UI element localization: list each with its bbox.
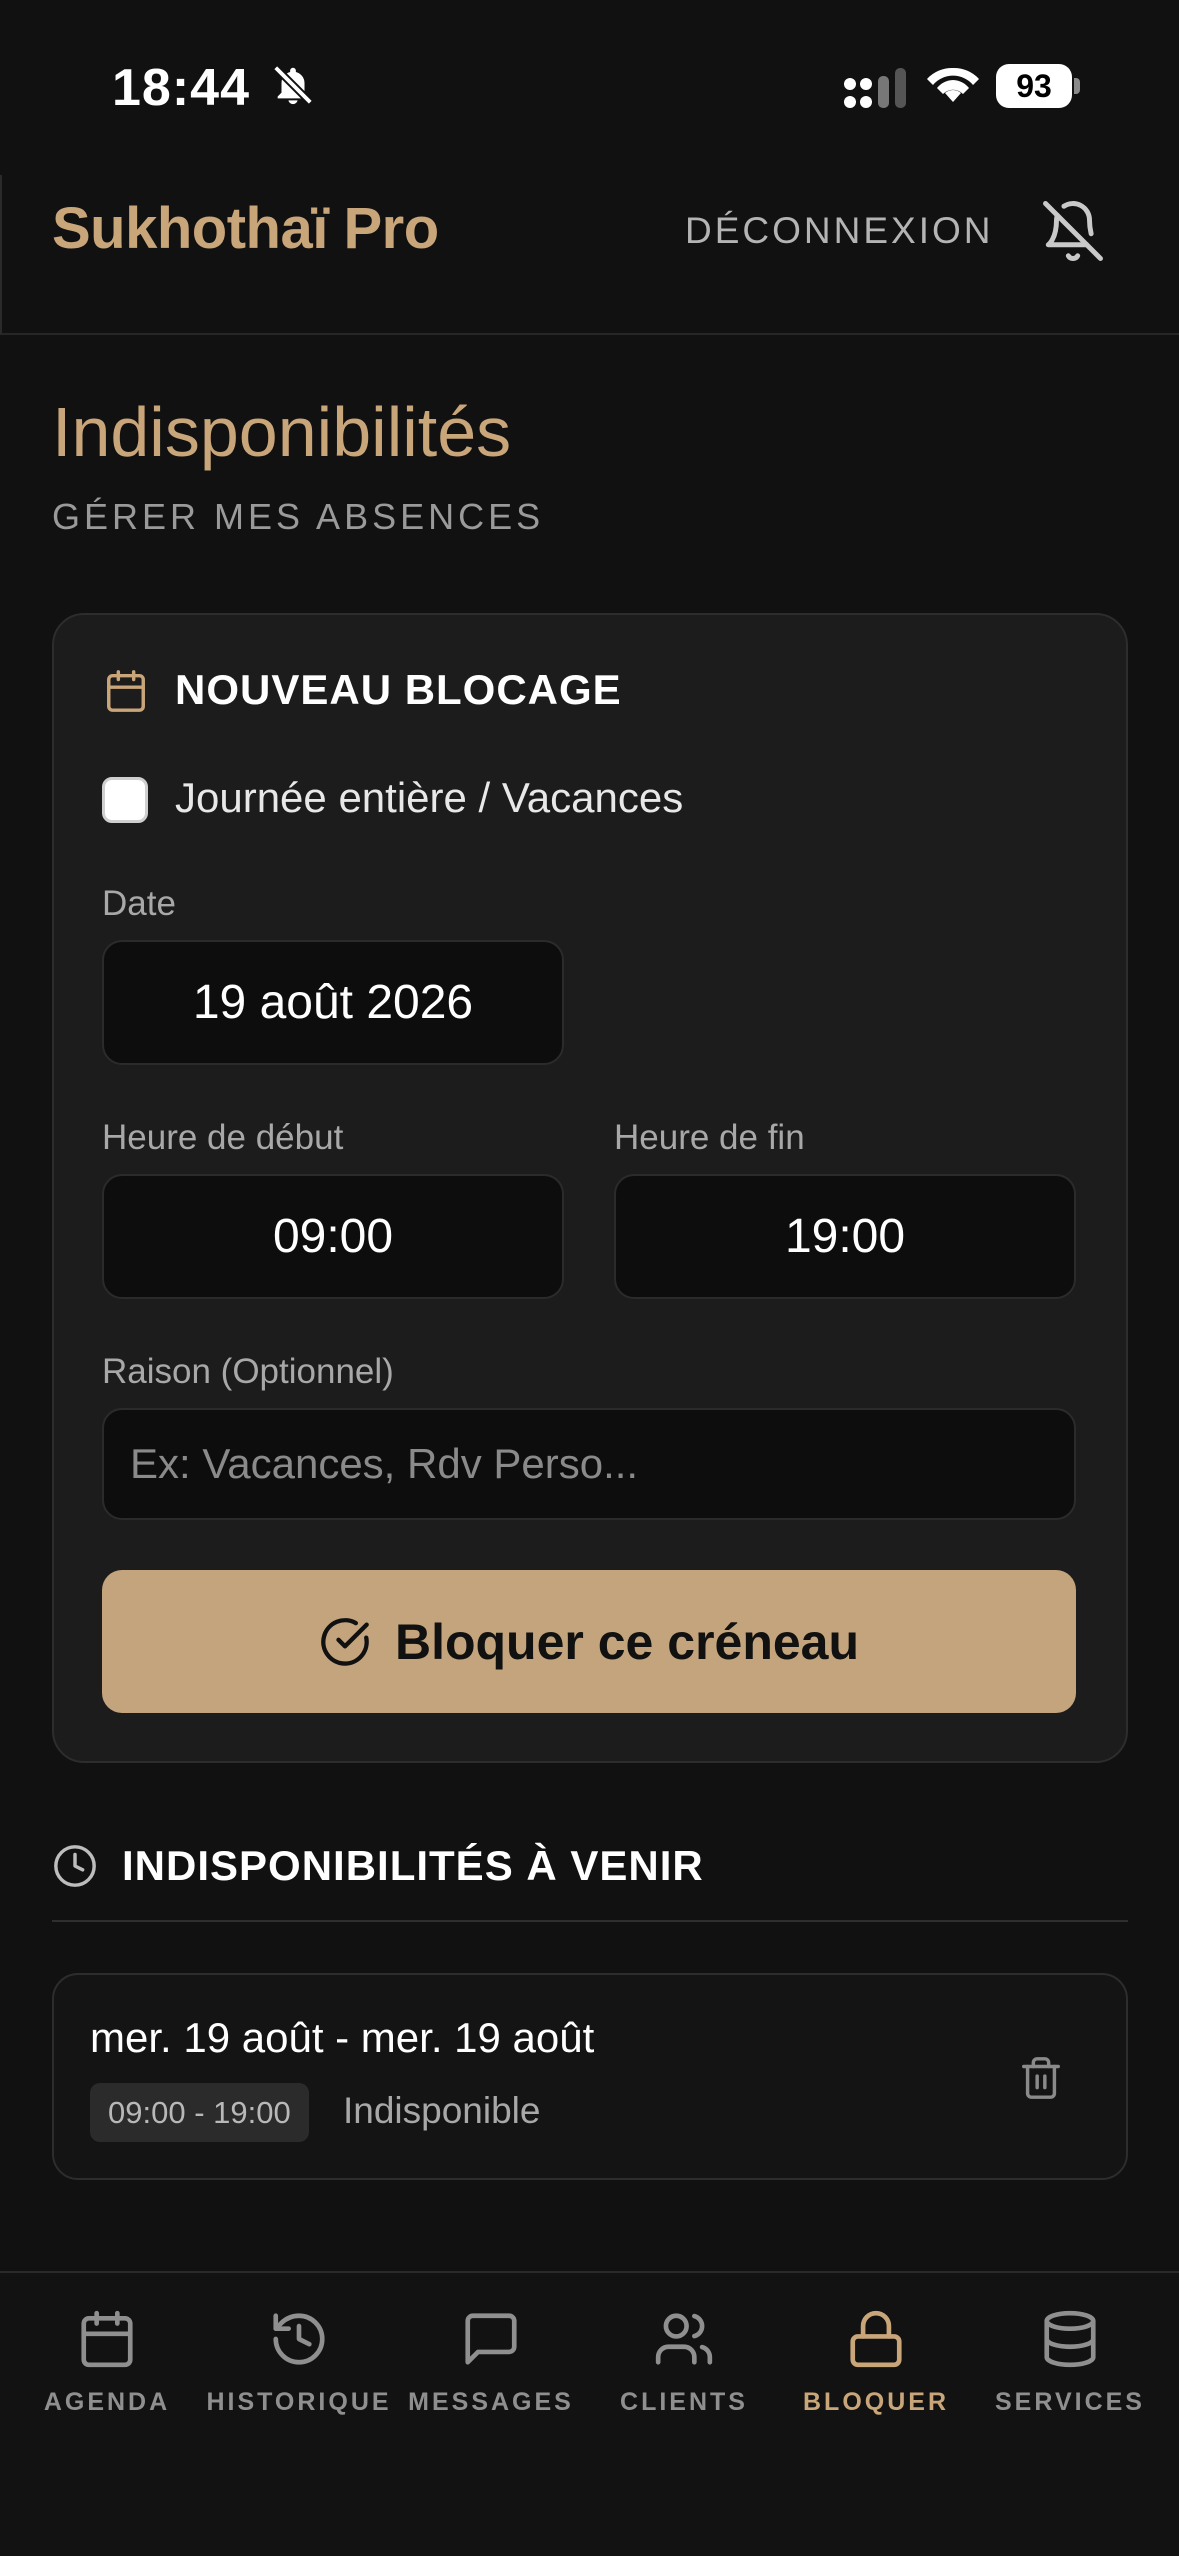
reason-input[interactable]: Ex: Vacances, Rdv Perso... xyxy=(102,1408,1076,1520)
start-time-input[interactable]: 09:00 xyxy=(102,1174,564,1299)
list-item xyxy=(52,1973,1128,2180)
nav-label: BLOQUER xyxy=(803,2388,949,2416)
end-time-input[interactable]: 19:00 xyxy=(614,1174,1076,1299)
nav-item-services[interactable]: SERVICES xyxy=(975,2308,1165,2428)
full-day-checkbox[interactable] xyxy=(102,777,148,823)
trash-icon[interactable] xyxy=(1018,2053,1064,2103)
nav-item-history[interactable]: HISTORIQUE xyxy=(204,2308,394,2428)
page-subtitle: GÉRER MES ABSENCES xyxy=(52,496,545,537)
logout-button[interactable]: DÉCONNEXION xyxy=(685,210,993,252)
nav-item-messages[interactable]: MESSAGES xyxy=(396,2308,586,2428)
entry-status: Indisponible xyxy=(343,2090,541,2131)
status-time: 18:44 xyxy=(112,59,250,117)
entry-time-badge: 09:00 - 19:00 xyxy=(90,2083,309,2142)
block-slot-button[interactable]: Bloquer ce créneau xyxy=(102,1570,1076,1713)
battery-level: 93 xyxy=(996,64,1072,108)
start-time-value: 09:00 xyxy=(272,1210,394,1263)
app-screen: 18:44 93 Sukhothaï Pro DÉCONNEXION Indis… xyxy=(0,0,1179,2556)
nav-item-agenda[interactable]: AGENDA xyxy=(12,2308,202,2428)
nav-label: AGENDA xyxy=(43,2388,171,2416)
lock-icon xyxy=(850,2310,902,2368)
upcoming-title: INDISPONIBILITÉS À VENIR xyxy=(122,1842,704,1889)
full-day-label[interactable]: Journée entière / Vacances xyxy=(175,774,683,822)
end-time-label: Heure de fin xyxy=(614,1118,805,1157)
new-block-title: NOUVEAU BLOCAGE xyxy=(175,666,622,713)
database-icon xyxy=(1044,2310,1096,2368)
date-value: 19 août 2026 xyxy=(192,976,474,1029)
nav-item-clients[interactable]: CLIENTS xyxy=(589,2308,779,2428)
calendar-icon xyxy=(81,2310,133,2368)
notifications-off-icon[interactable] xyxy=(1040,198,1106,264)
calendar-icon xyxy=(107,670,145,712)
brand-title: Sukhothaï Pro xyxy=(52,196,439,261)
users-icon xyxy=(655,2313,713,2365)
wifi-icon xyxy=(927,67,979,102)
nav-item-block[interactable]: BLOQUER xyxy=(781,2308,971,2428)
start-time-label: Heure de début xyxy=(102,1118,344,1157)
date-label: Date xyxy=(102,884,176,923)
nav-label: MESSAGES xyxy=(408,2388,574,2416)
history-icon xyxy=(273,2313,325,2365)
date-input[interactable]: 19 août 2026 xyxy=(102,940,564,1065)
page-title: Indisponibilités xyxy=(52,393,512,471)
reason-placeholder: Ex: Vacances, Rdv Perso... xyxy=(130,1440,639,1487)
message-icon xyxy=(465,2313,517,2365)
check-circle-icon xyxy=(321,1617,369,1666)
history-clock-icon xyxy=(54,1845,96,1887)
block-slot-label: Bloquer ce créneau xyxy=(394,1613,860,1670)
signal-icon xyxy=(844,68,906,108)
battery-indicator: 93 xyxy=(996,64,1080,108)
end-time-value: 19:00 xyxy=(784,1210,906,1263)
entry-date-range: mer. 19 août - mer. 19 août xyxy=(90,2014,595,2061)
nav-label: SERVICES xyxy=(995,2388,1145,2416)
section-divider xyxy=(52,1920,1128,1922)
reason-label: Raison (Optionnel) xyxy=(102,1352,394,1391)
battery-tip xyxy=(1074,78,1080,94)
bell-off-icon xyxy=(273,65,313,105)
nav-label: HISTORIQUE xyxy=(206,2388,392,2416)
nav-label: CLIENTS xyxy=(620,2388,748,2416)
